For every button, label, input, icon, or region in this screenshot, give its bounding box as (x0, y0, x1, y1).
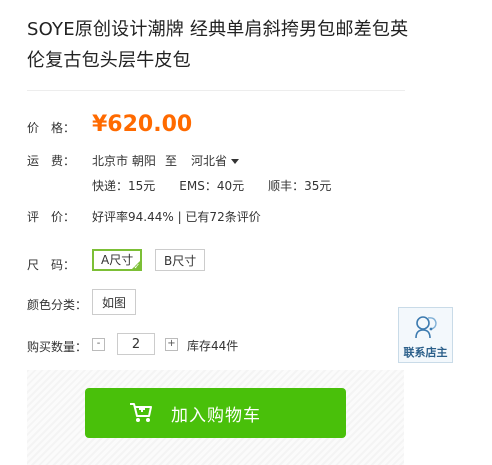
size-option-b[interactable]: B尺寸 (155, 249, 206, 271)
shipping-rates: 快递：15元 EMS：40元 顺丰：35元 (92, 179, 332, 193)
cart-icon (130, 403, 152, 422)
ship-to-value: 河北省 (191, 154, 228, 168)
contact-seller-label: 联系店主 (403, 346, 448, 359)
quantity-label: 购买数量： (27, 340, 88, 354)
size-label: 尺 码： (27, 258, 76, 272)
check-icon: ✓ (133, 262, 141, 271)
title-divider (27, 90, 405, 91)
quantity-increase-button[interactable]: + (165, 338, 178, 351)
quantity-decrease-button[interactable]: - (92, 338, 105, 351)
size-option-b-label: B尺寸 (164, 254, 197, 268)
add-to-cart-label: 加入购物车 (171, 406, 261, 426)
color-option-default[interactable]: 如图 (92, 289, 137, 315)
contact-seller-button[interactable]: 联系店主 (398, 307, 453, 363)
rating-text: 好评率94.44% | 已有72条评价 (92, 210, 261, 224)
add-to-cart-button[interactable]: 加入购物车 (85, 388, 346, 438)
color-option-label: 如图 (102, 296, 127, 310)
size-option-a[interactable]: A尺寸 ✓ (92, 249, 143, 271)
ship-from: 北京市 朝阳 (92, 154, 156, 168)
customer-service-icon (415, 316, 437, 339)
stock-text: 库存44件 (187, 339, 239, 353)
ship-to-select[interactable]: 河北省 (191, 152, 240, 169)
shipping-label: 运 费： (27, 154, 76, 168)
rating-label: 评 价： (27, 210, 76, 224)
ship-to-word: 至 (165, 154, 178, 168)
chevron-down-icon (231, 159, 240, 164)
size-option-a-label: A尺寸 (101, 253, 134, 267)
product-title: SOYE原创设计潮牌 经典单肩斜挎男包邮差包英伦复古包头层牛皮包 (27, 19, 409, 71)
quantity-input[interactable] (117, 333, 155, 355)
price-value: ¥620.00 (92, 112, 193, 137)
color-label: 颜色分类： (27, 298, 88, 312)
price-label: 价 格： (27, 121, 76, 135)
